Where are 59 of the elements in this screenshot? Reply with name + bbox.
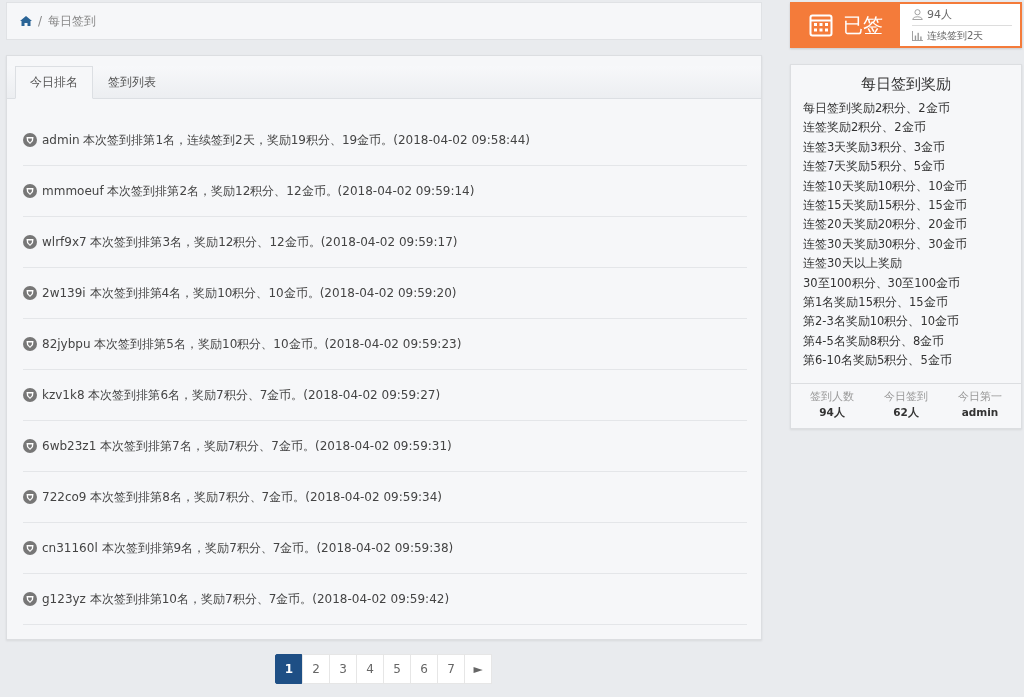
shield-avatar-icon: [23, 439, 37, 453]
reward-rule: 第4-5名奖励8积分、8金币: [803, 332, 946, 350]
tab[interactable]: 今日排名: [15, 66, 93, 99]
stat-label: 今日签到: [884, 389, 928, 404]
page-button[interactable]: 4: [356, 654, 384, 684]
streak-text: 连续签到2天: [927, 28, 984, 43]
ranking-entry: 2w139i 本次签到排第4名，奖励10积分、10金币。(2018-04-02 09:59:20): [42, 284, 457, 302]
shield-avatar-icon: [23, 592, 37, 606]
ranking-entry: kzv1k8 本次签到排第6名，奖励7积分、7金币。(2018-04-02 09:59:27): [42, 386, 441, 404]
reward-rule: 连签3天奖励3积分、3金币: [803, 138, 946, 156]
reward-rule: 连签10天奖励10积分、10金币: [803, 177, 968, 195]
user-icon: [912, 9, 923, 20]
ranking-entry: cn31160l 本次签到排第9名，奖励7积分、7金币。(2018-04-02 09:59:38): [42, 539, 454, 557]
reward-rule: 连签15天奖励15积分、15金币: [803, 197, 968, 215]
shield-avatar-icon: [23, 133, 37, 147]
page-button[interactable]: 5: [383, 654, 411, 684]
stat-value: 62人: [893, 405, 919, 420]
home-icon[interactable]: [20, 16, 32, 26]
page-button[interactable]: 3: [329, 654, 357, 684]
reward-rule: 30至100积分、30至100金币: [803, 274, 962, 292]
member-count: 94人: [927, 7, 952, 22]
ranking-entry: 722co9 本次签到排第8名，奖励7积分、7金币。(2018-04-02 09:59:34): [42, 488, 442, 506]
page-button[interactable]: 6: [410, 654, 438, 684]
shield-avatar-icon: [23, 388, 37, 402]
ranking-entry: admin 本次签到排第1名，连续签到2天，奖励19积分、19金币。(2018-04-02 09:58:44): [42, 131, 531, 149]
reward-rule: 第2-3名奖励10积分、10金币: [803, 313, 961, 331]
shield-avatar-icon: [23, 286, 37, 300]
page-button[interactable]: 7: [437, 654, 465, 684]
calendar-icon: [809, 13, 833, 37]
stat-value: admin: [961, 405, 999, 418]
breadcrumb-separator: /: [38, 14, 43, 28]
reward-rule: 第6-10名奖励5积分、5金币: [803, 352, 953, 370]
shield-avatar-icon: [23, 490, 37, 504]
reward-rule: 连签30天以上奖励: [803, 255, 903, 273]
ranking-entry: 6wb23z1 本次签到排第7名，奖励7积分、7金币。(2018-04-02 09:59:31): [42, 437, 452, 455]
page-button[interactable]: 1: [275, 654, 303, 684]
shield-avatar-icon: [23, 541, 37, 555]
reward-rule: 每日签到奖励2积分、2金币: [803, 100, 951, 117]
bar-chart-icon: [912, 30, 923, 41]
stat-label: 今日第一: [958, 389, 1002, 404]
tab[interactable]: 签到列表: [93, 66, 171, 99]
page-button[interactable]: ►: [464, 654, 492, 684]
reward-rule: 第1名奖励15积分、15金币: [803, 294, 949, 312]
ranking-entry: 82jybpu 本次签到排第5名，奖励10积分、10金币。(2018-04-02 09:59:23): [42, 335, 462, 353]
reward-rule: 连签20天奖励20积分、20金币: [803, 216, 968, 234]
page-button[interactable]: 2: [302, 654, 330, 684]
ranking-entry: mmmoeuf 本次签到排第2名，奖励12积分、12金币。(2018-04-02 09:59:14): [42, 182, 475, 200]
ranking-entry: wlrf9x7 本次签到排第3名，奖励12积分、12金币。(2018-04-02 09:59:17): [42, 233, 458, 251]
stat-value: 94人: [819, 405, 845, 420]
rewards-title: 每日签到奖励: [860, 75, 952, 94]
shield-avatar-icon: [23, 184, 37, 198]
reward-rule: 连签奖励2积分、2金币: [803, 119, 927, 137]
shield-avatar-icon: [23, 337, 37, 351]
stat-label: 签到人数: [810, 389, 854, 404]
ranking-entry: g123yz 本次签到排第10名，奖励7积分、7金币。(2018-04-02 09:59:42): [42, 590, 450, 608]
reward-rule: 连签7天奖励5积分、5金币: [803, 158, 946, 176]
shield-avatar-icon: [23, 235, 37, 249]
reward-rule: 连签30天奖励30积分、30金币: [803, 235, 968, 253]
breadcrumb-current: 每日签到: [48, 12, 97, 30]
